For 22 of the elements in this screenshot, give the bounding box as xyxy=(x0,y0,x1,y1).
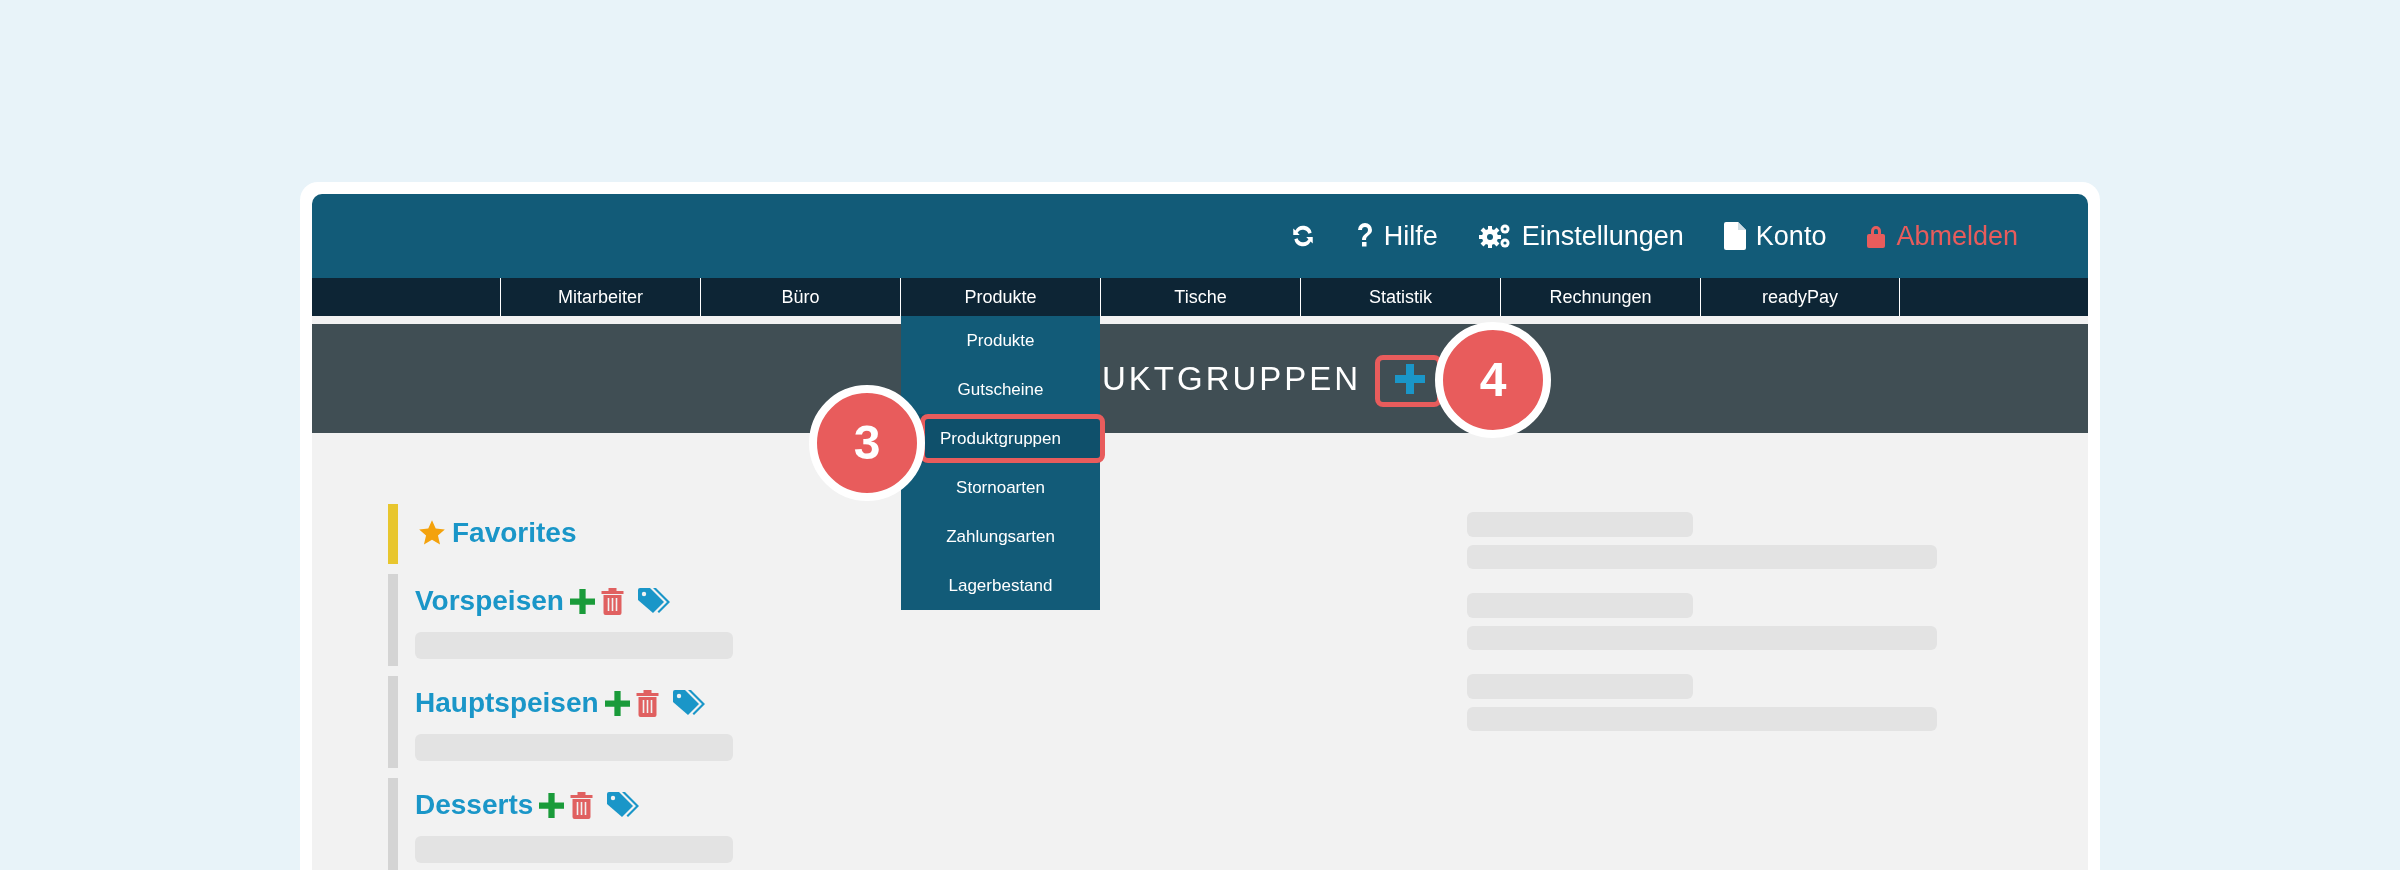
tags-icon xyxy=(607,791,642,819)
plus-icon xyxy=(1395,363,1426,394)
lock-icon xyxy=(1866,224,1887,248)
add-icon xyxy=(539,792,565,818)
nav-tab[interactable]: readyPay xyxy=(1700,278,1900,316)
star-icon xyxy=(418,519,446,547)
gears-icon xyxy=(1477,222,1512,250)
settings-link[interactable]: Einstellungen xyxy=(1477,215,1684,257)
group-marker xyxy=(388,504,398,564)
trash-icon xyxy=(600,587,624,615)
trash-icon xyxy=(570,791,594,819)
add-icon xyxy=(604,690,630,716)
tags-icon xyxy=(672,689,707,717)
account-link[interactable]: Konto xyxy=(1723,215,1827,257)
trash-icon xyxy=(635,689,659,717)
tags-icon xyxy=(637,587,672,615)
add-button[interactable] xyxy=(1395,363,1426,394)
add-icon xyxy=(569,588,595,614)
help-link[interactable]: Hilfe xyxy=(1355,215,1438,257)
document-icon xyxy=(1723,222,1746,250)
question-icon xyxy=(1355,223,1374,249)
page-title: UKTGRUPPEN xyxy=(1102,358,1362,399)
